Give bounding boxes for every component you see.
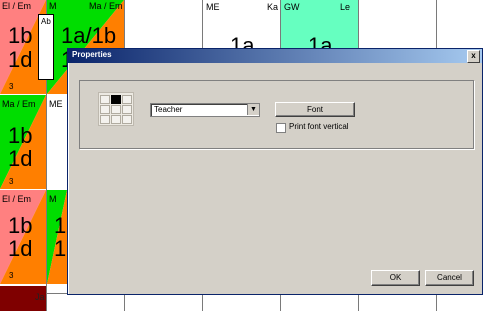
cell-label: El / Em [2, 1, 32, 11]
grid-cell[interactable] [100, 105, 110, 114]
grid-cell[interactable] [111, 105, 121, 114]
dialog-titlebar[interactable]: Properties x [68, 49, 482, 63]
cell-label: GW [284, 2, 300, 12]
cell-label: Ma / Em [2, 99, 36, 109]
cell-label: El / Em [2, 194, 32, 204]
cell-label: ME [206, 2, 220, 12]
dialog-title: Properties [72, 50, 112, 59]
period-number: 3 [9, 82, 14, 91]
class-label: 1b [8, 23, 33, 48]
class-label: 1b [8, 213, 33, 238]
drag-tag[interactable]: Ab [38, 14, 54, 80]
grid-cell[interactable] [100, 95, 110, 104]
font-button[interactable]: Font [275, 102, 355, 117]
grid-cell-selected[interactable] [111, 95, 121, 104]
class-label: 1d [8, 146, 33, 171]
class-label: 1a [230, 33, 255, 49]
lesson-cell[interactable]: M 1 1 [47, 190, 67, 284]
cell-label: Ma / Em [89, 1, 123, 11]
tag-label: Ab [41, 17, 51, 26]
chevron-down-icon[interactable]: ▼ [247, 104, 259, 115]
class-label: 1a [308, 33, 333, 49]
lesson-cell[interactable]: ME [47, 95, 67, 189]
cell-label: Le [340, 2, 351, 12]
ok-button[interactable]: OK [371, 270, 420, 286]
class-label: 1b [8, 123, 33, 148]
close-icon: x [471, 51, 476, 60]
cell-label: Ka [267, 2, 279, 12]
select-value: Teacher [154, 105, 183, 114]
class-label: 1 [54, 236, 67, 261]
cell-label: Ja [35, 292, 45, 302]
class-label: 1d [8, 236, 33, 261]
grid-cell[interactable] [111, 115, 121, 124]
lesson-cell[interactable]: ME Ka 1a [203, 0, 280, 48]
lesson-cell[interactable]: Ma / Em 1b 1d 3 [0, 95, 46, 189]
class-label: 1a/1b [61, 23, 117, 48]
cell-label: ME [49, 99, 63, 109]
lesson-cell[interactable]: El / Em 1b 1d 3 [0, 190, 46, 284]
close-button[interactable]: x [467, 50, 480, 63]
lesson-cell[interactable]: GW Le 1a [281, 0, 358, 48]
print-vertical-checkbox[interactable] [276, 123, 286, 133]
cell-label: M [49, 1, 57, 11]
field-select[interactable]: Teacher ▼ [150, 103, 260, 117]
grid-cell[interactable] [122, 95, 132, 104]
class-label: 1d [8, 47, 33, 72]
period-number: 3 [9, 177, 14, 186]
lesson-cell[interactable]: Ja [0, 286, 46, 311]
cell-label: M [49, 194, 57, 204]
grid-cell[interactable] [100, 115, 110, 124]
period-number: 3 [9, 271, 14, 280]
cancel-button[interactable]: Cancel [425, 270, 474, 286]
grid-cell[interactable] [122, 105, 132, 114]
grid-cell[interactable] [122, 115, 132, 124]
class-label: 1 [54, 213, 67, 238]
print-vertical-label: Print font vertical [289, 122, 349, 131]
position-grid-icon[interactable] [98, 92, 134, 126]
properties-dialog: Properties x Teacher ▼ Font Print font v… [67, 48, 483, 295]
